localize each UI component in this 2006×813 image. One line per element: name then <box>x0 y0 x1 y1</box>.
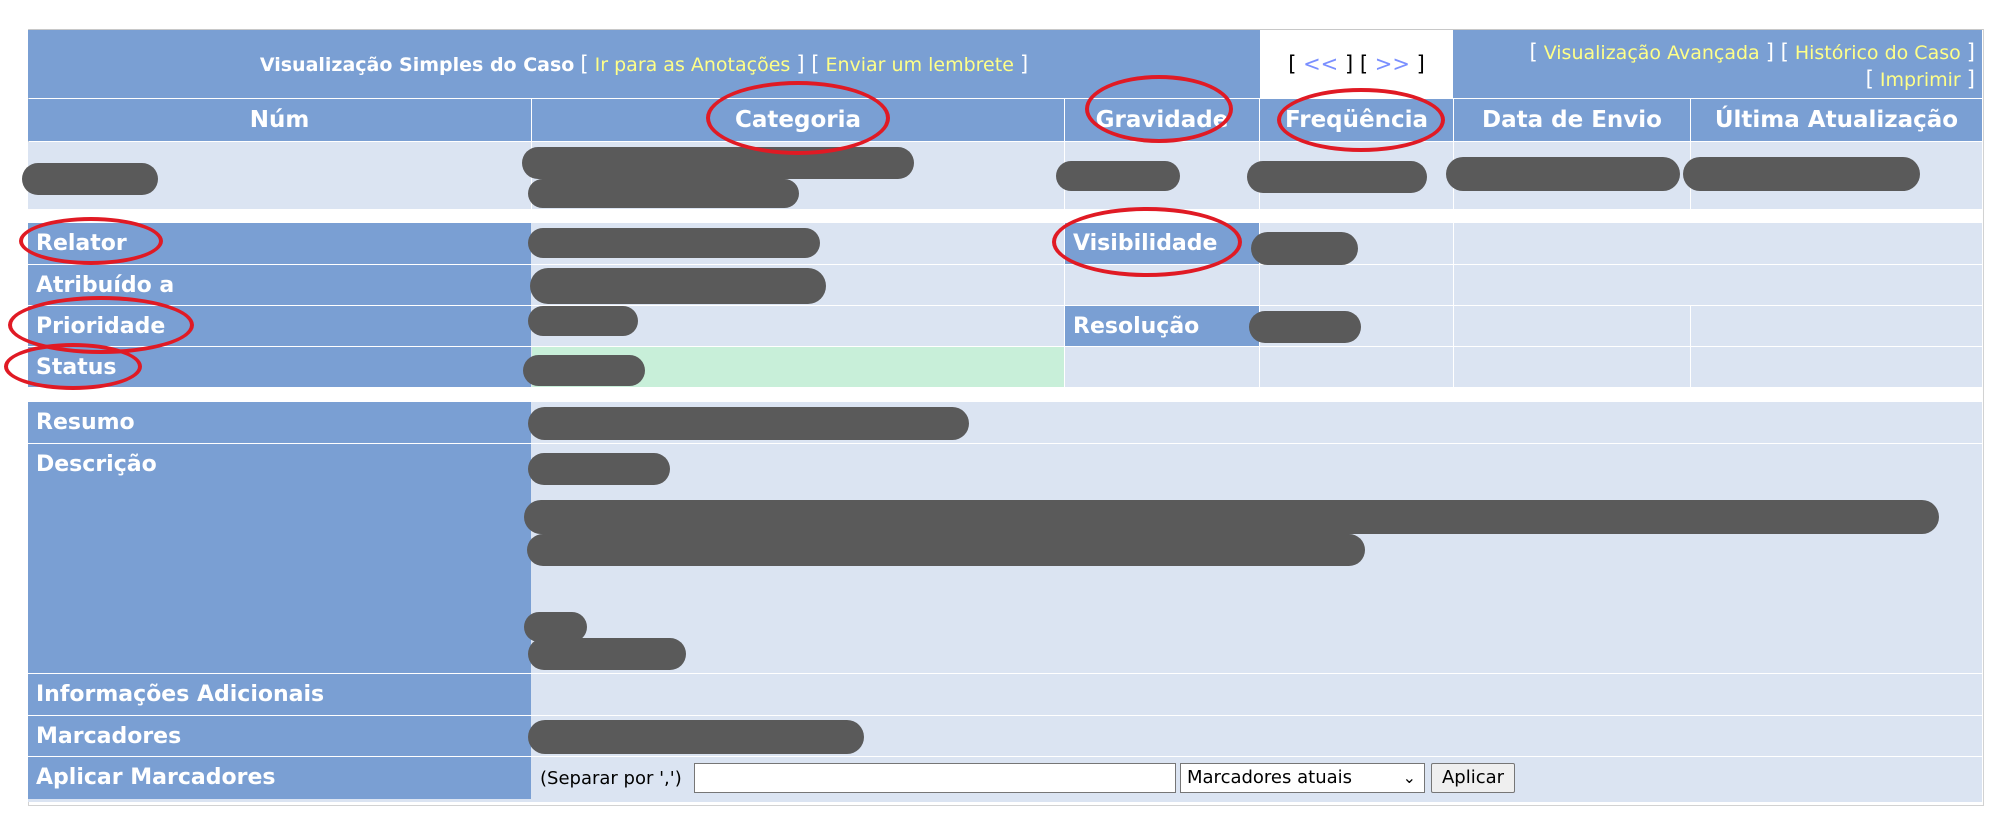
redaction-mark <box>22 163 158 195</box>
link-print[interactable]: Imprimir <box>1880 69 1961 91</box>
label-reporter: Relator <box>28 223 531 264</box>
label-priority: Prioridade <box>28 306 531 346</box>
redaction-mark <box>528 179 799 208</box>
col-header-submitted-date: Data de Envio <box>1454 99 1690 141</box>
current-tags-select-value: Marcadores atuais <box>1187 767 1353 788</box>
redaction-mark <box>1251 232 1358 265</box>
prev-button[interactable]: << <box>1303 52 1338 76</box>
col-header-last-updated: Última Atualização <box>1691 99 1982 141</box>
redaction-mark <box>1446 157 1680 191</box>
label-additional-info: Informações Adicionais <box>28 674 531 715</box>
link-send-reminder[interactable]: Enviar um lembrete <box>825 54 1013 76</box>
redaction-mark <box>1683 157 1920 191</box>
chevron-down-icon: ⌄ <box>1402 768 1416 787</box>
redaction-mark <box>1247 161 1427 193</box>
redaction-mark <box>528 228 820 258</box>
redaction-mark <box>527 534 1365 566</box>
label-apply-tags: Aplicar Marcadores <box>28 757 531 799</box>
tag-separator-hint: (Separar por ',') <box>540 768 682 789</box>
header-title-line: Visualização Simples do Caso [ Ir para a… <box>259 52 1029 76</box>
link-go-to-notes[interactable]: Ir para as Anotações <box>595 54 791 76</box>
page-title: Visualização Simples do Caso <box>259 54 575 76</box>
label-resolution: Resolução <box>1065 306 1259 346</box>
header-right-line2: [ Imprimir ] <box>1865 67 1975 91</box>
label-assigned-to: Atribuído a <box>28 265 531 305</box>
redaction-mark <box>524 500 1939 534</box>
apply-tags-button[interactable]: Aplicar <box>1431 763 1515 793</box>
header-right-line1: [ Visualização Avançada ] [ Histórico do… <box>1529 40 1975 64</box>
redaction-mark <box>522 147 914 179</box>
label-summary: Resumo <box>28 402 531 443</box>
redaction-mark <box>528 720 864 754</box>
redaction-mark <box>528 306 638 336</box>
current-tags-select[interactable]: Marcadores atuais ⌄ <box>1180 763 1425 793</box>
col-header-category: Categoria <box>532 99 1064 141</box>
redaction-mark <box>1249 311 1361 343</box>
next-button[interactable]: >> <box>1375 52 1410 76</box>
label-status: Status <box>28 347 531 387</box>
col-header-severity: Gravidade <box>1065 99 1259 141</box>
redaction-mark <box>1056 161 1180 191</box>
col-header-num: Núm <box>28 99 531 141</box>
redaction-mark <box>528 638 686 670</box>
redaction-mark <box>523 355 645 386</box>
label-description: Descrição <box>28 444 531 673</box>
link-issue-history[interactable]: Histórico do Caso <box>1795 42 1961 64</box>
redaction-mark <box>530 268 826 304</box>
redaction-mark <box>528 453 670 485</box>
col-header-frequency: Freqüência <box>1260 99 1453 141</box>
tag-input[interactable] <box>694 763 1176 793</box>
link-advanced-view[interactable]: Visualização Avançada <box>1544 42 1760 64</box>
label-visibility: Visibilidade <box>1065 223 1259 264</box>
label-tags: Marcadores <box>28 716 531 756</box>
redaction-mark <box>528 407 969 440</box>
prev-next-nav: [ << ] [ >> ] <box>1288 52 1425 76</box>
